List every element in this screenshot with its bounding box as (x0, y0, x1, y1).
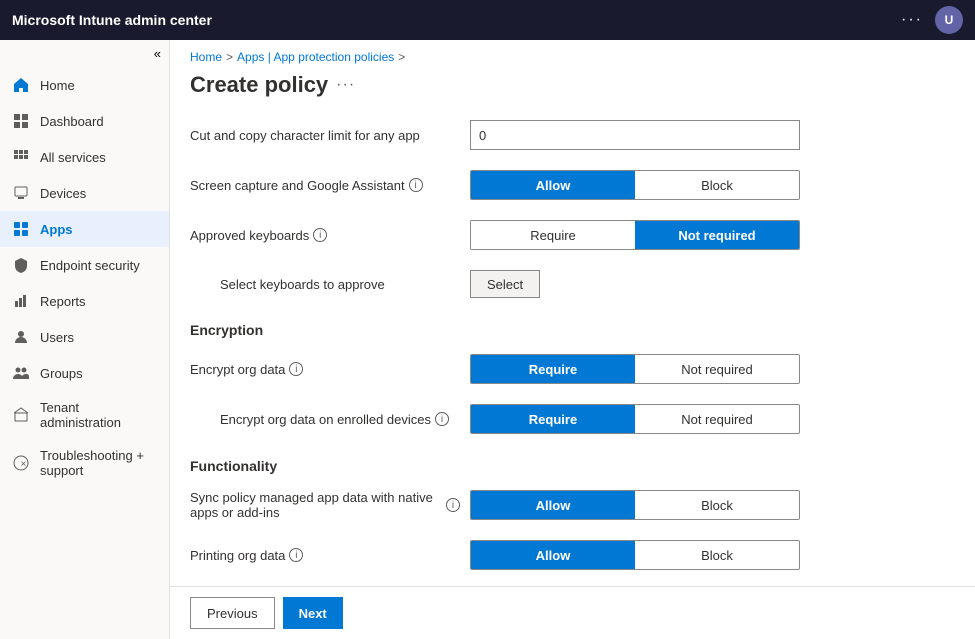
topbar: Microsoft Intune admin center ··· U (0, 0, 975, 40)
breadcrumb-sep1: > (226, 50, 233, 64)
cut-copy-input[interactable] (470, 120, 800, 150)
printing-label: Printing org data i (190, 548, 470, 563)
encryption-section-header: Encryption (190, 308, 955, 344)
sync-policy-row: Sync policy managed app data with native… (190, 480, 955, 530)
troubleshoot-icon: × (12, 454, 30, 472)
encrypt-enrolled-info-icon[interactable]: i (435, 412, 449, 426)
screen-capture-toggle: Allow Block (470, 170, 800, 200)
sidebar-item-troubleshooting[interactable]: × Troubleshooting + support (0, 439, 169, 487)
screen-capture-block-btn[interactable]: Block (635, 171, 799, 199)
sync-policy-info-icon[interactable]: i (446, 498, 460, 512)
encrypt-enrolled-not-required-btn[interactable]: Not required (635, 405, 799, 433)
sidebar-item-all-services[interactable]: All services (0, 139, 169, 175)
previous-button[interactable]: Previous (190, 597, 275, 629)
printing-control: Allow Block (470, 540, 955, 570)
reports-icon (12, 292, 30, 310)
encrypt-enrolled-require-btn[interactable]: Require (471, 405, 635, 433)
page-header-menu-icon[interactable]: ··· (336, 76, 355, 94)
sync-policy-label: Sync policy managed app data with native… (190, 490, 470, 520)
sync-policy-control: Allow Block (470, 490, 955, 520)
encrypt-org-data-toggle: Require Not required (470, 354, 800, 384)
printing-info-icon[interactable]: i (289, 548, 303, 562)
tenant-icon (12, 406, 30, 424)
shield-icon (12, 256, 30, 274)
encrypt-enrolled-row: Encrypt org data on enrolled devices i R… (190, 394, 955, 444)
next-button[interactable]: Next (283, 597, 343, 629)
topbar-right: ··· U (901, 6, 963, 34)
app-title: Microsoft Intune admin center (12, 12, 212, 28)
sidebar-item-users[interactable]: Users (0, 319, 169, 355)
sidebar-item-reports[interactable]: Reports (0, 283, 169, 319)
page-header: Create policy ··· (170, 68, 975, 110)
screen-capture-row: Screen capture and Google Assistant i Al… (190, 160, 955, 210)
select-keyboards-btn[interactable]: Select (470, 270, 540, 298)
sidebar-item-home[interactable]: Home (0, 67, 169, 103)
cut-copy-label: Cut and copy character limit for any app (190, 128, 470, 143)
device-icon (12, 184, 30, 202)
encrypt-require-btn[interactable]: Require (471, 355, 635, 383)
screen-capture-allow-btn[interactable]: Allow (471, 171, 635, 199)
main-content: Home > Apps | App protection policies > … (170, 40, 975, 639)
select-keyboards-control: Select (470, 270, 955, 298)
functionality-section-header: Functionality (190, 444, 955, 480)
printing-block-btn[interactable]: Block (635, 541, 799, 569)
approved-keyboards-require-btn[interactable]: Require (471, 221, 635, 249)
sidebar-item-groups[interactable]: Groups (0, 355, 169, 391)
screen-capture-info-icon[interactable]: i (409, 178, 423, 192)
encrypt-org-data-control: Require Not required (470, 354, 955, 384)
dashboard-icon (12, 112, 30, 130)
cut-copy-control (470, 120, 955, 150)
screen-capture-control: Allow Block (470, 170, 955, 200)
printing-allow-btn[interactable]: Allow (471, 541, 635, 569)
content-area: Cut and copy character limit for any app… (170, 110, 975, 586)
svg-text:×: × (21, 459, 27, 470)
avatar[interactable]: U (935, 6, 963, 34)
apps-icon (12, 220, 30, 238)
sidebar-item-tenant-admin[interactable]: Tenant administration (0, 391, 169, 439)
screen-capture-label: Screen capture and Google Assistant i (190, 178, 470, 193)
printing-row: Printing org data i Allow Block (190, 530, 955, 580)
topbar-menu-icon[interactable]: ··· (901, 11, 923, 29)
approved-keyboards-toggle: Require Not required (470, 220, 800, 250)
sidebar-item-apps[interactable]: Apps (0, 211, 169, 247)
approved-keyboards-info-icon[interactable]: i (313, 228, 327, 242)
encrypt-enrolled-toggle: Require Not required (470, 404, 800, 434)
sidebar-item-devices[interactable]: Devices (0, 175, 169, 211)
encrypt-not-required-btn[interactable]: Not required (635, 355, 799, 383)
select-keyboards-label: Select keyboards to approve (190, 277, 470, 292)
cut-copy-row: Cut and copy character limit for any app (190, 110, 955, 160)
sync-allow-btn[interactable]: Allow (471, 491, 635, 519)
encrypt-org-data-label: Encrypt org data i (190, 362, 470, 377)
encrypt-enrolled-label: Encrypt org data on enrolled devices i (190, 412, 470, 427)
approved-keyboards-row: Approved keyboards i Require Not require… (190, 210, 955, 260)
encrypt-enrolled-control: Require Not required (470, 404, 955, 434)
printing-toggle: Allow Block (470, 540, 800, 570)
sidebar-item-endpoint-security[interactable]: Endpoint security (0, 247, 169, 283)
sidebar-collapse-btn[interactable]: « (0, 40, 169, 67)
groups-icon (12, 364, 30, 382)
grid-icon (12, 148, 30, 166)
sync-policy-toggle: Allow Block (470, 490, 800, 520)
home-icon (12, 76, 30, 94)
breadcrumb-home[interactable]: Home (190, 50, 222, 64)
breadcrumb: Home > Apps | App protection policies > (170, 40, 975, 68)
approved-keyboards-control: Require Not required (470, 220, 955, 250)
approved-keyboards-not-required-btn[interactable]: Not required (635, 221, 799, 249)
sync-block-btn[interactable]: Block (635, 491, 799, 519)
footer: Previous Next (170, 586, 975, 639)
page-title: Create policy (190, 72, 328, 98)
breadcrumb-sep2: > (398, 50, 405, 64)
select-keyboards-row: Select keyboards to approve Select (190, 260, 955, 308)
encrypt-org-data-info-icon[interactable]: i (289, 362, 303, 376)
user-icon (12, 328, 30, 346)
approved-keyboards-label: Approved keyboards i (190, 228, 470, 243)
breadcrumb-apps[interactable]: Apps | App protection policies (237, 50, 394, 64)
sidebar-item-dashboard[interactable]: Dashboard (0, 103, 169, 139)
encrypt-org-data-row: Encrypt org data i Require Not required (190, 344, 955, 394)
sidebar: « Home Dashboard All services (0, 40, 170, 639)
